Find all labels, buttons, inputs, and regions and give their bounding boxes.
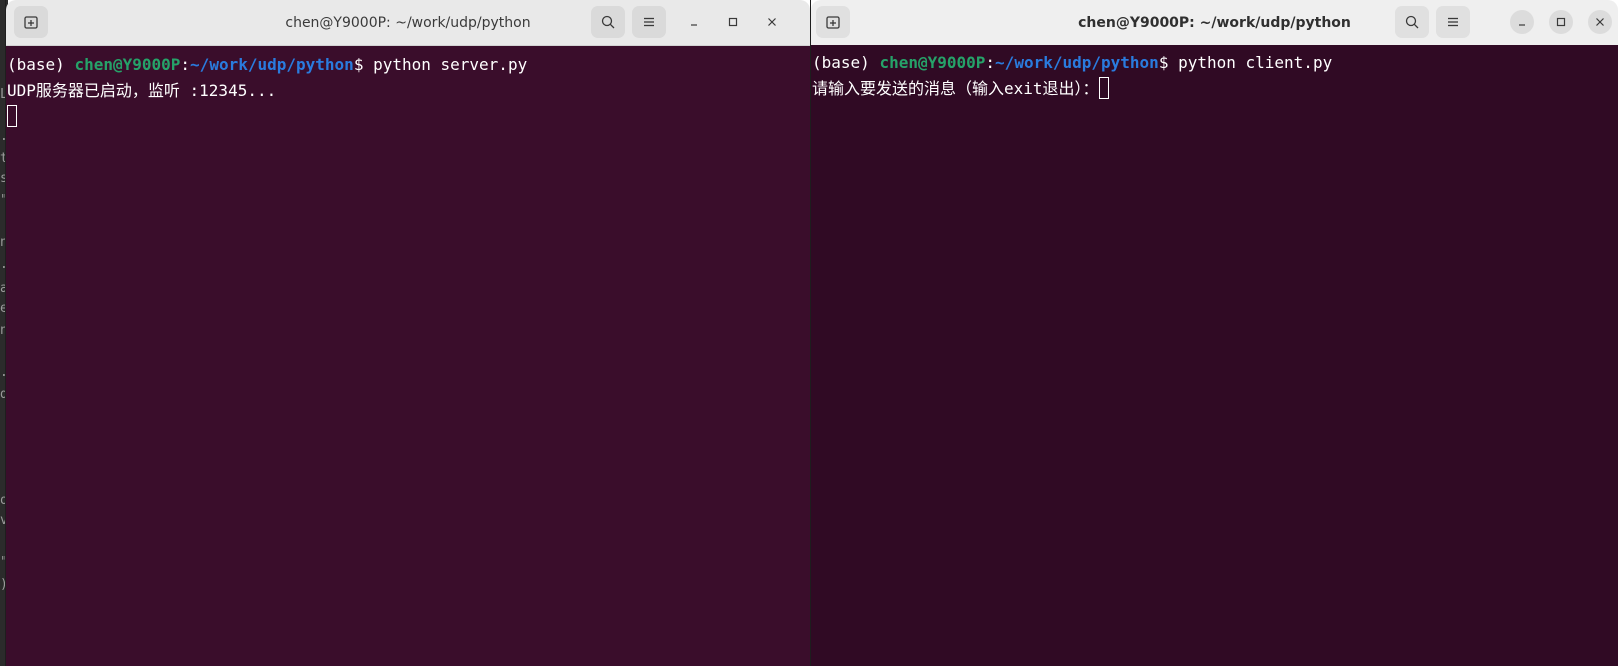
prompt-path: ~/work/udp/python [995,53,1159,72]
minimize-button[interactable] [1510,10,1534,34]
input-prompt-line[interactable]: 请输入要发送的消息（输入exit退出）： [812,76,1618,102]
cursor-line [7,104,810,130]
headerbar[interactable]: chen@Y9000P: ~/work/udp/python [6,0,810,46]
maximize-icon [1555,13,1567,32]
new-tab-icon [825,14,841,30]
command-text: python client.py [1178,53,1333,72]
search-icon [1404,14,1420,30]
terminal-output-area[interactable]: (base) chen@Y9000P:~/work/udp/python$ py… [811,45,1618,666]
menu-button[interactable] [632,6,666,38]
command-line: (base) chen@Y9000P:~/work/udp/python$ py… [7,52,810,78]
maximize-button[interactable] [721,10,745,34]
minimize-button[interactable] [682,10,706,34]
client-terminal-window[interactable]: chen@Y9000P: ~/work/udp/python (base) ch… [811,0,1618,666]
maximize-icon [727,13,739,32]
hamburger-menu-icon [641,14,657,30]
input-prompt-text: 请输入要发送的消息（输入exit退出）： [812,79,1099,98]
terminal-cursor [1098,77,1109,99]
prompt-path: ~/work/udp/python [190,55,354,74]
prompt-user: chen@Y9000P [879,53,986,72]
window-title: chen@Y9000P: ~/work/udp/python [1078,14,1351,31]
hamburger-menu-icon [1445,14,1461,30]
prompt-env: (base) [7,55,75,74]
terminal-cursor [7,105,17,127]
search-button[interactable] [591,6,625,38]
command-text: python server.py [373,55,528,74]
search-icon [600,14,616,30]
server-terminal-window[interactable]: chen@Y9000P: ~/work/udp/python (base) ch… [6,0,810,666]
window-title: chen@Y9000P: ~/work/udp/python [285,14,531,31]
close-icon [1594,13,1606,32]
new-tab-icon [23,14,39,30]
headerbar[interactable]: chen@Y9000P: ~/work/udp/python [811,0,1618,46]
minimize-icon [688,13,700,32]
output-line: UDP服务器已启动，监听 :12345... [7,81,277,100]
new-tab-button[interactable] [816,6,850,38]
prompt-separator: : [180,55,191,74]
close-icon [766,13,778,32]
prompt-env: (base) [812,53,880,72]
prompt-user: chen@Y9000P [74,55,181,74]
maximize-button[interactable] [1549,10,1573,34]
new-tab-button[interactable] [14,6,48,38]
close-button[interactable] [1588,10,1612,34]
command-line: (base) chen@Y9000P:~/work/udp/python$ py… [812,50,1618,76]
prompt-symbol: $ [1158,53,1179,72]
terminal-output-area[interactable]: (base) chen@Y9000P:~/work/udp/python$ py… [6,46,810,666]
search-button[interactable] [1395,6,1429,38]
close-button[interactable] [760,10,784,34]
prompt-symbol: $ [353,55,374,74]
menu-button[interactable] [1436,6,1470,38]
prompt-separator: : [985,53,996,72]
minimize-icon [1516,13,1528,32]
